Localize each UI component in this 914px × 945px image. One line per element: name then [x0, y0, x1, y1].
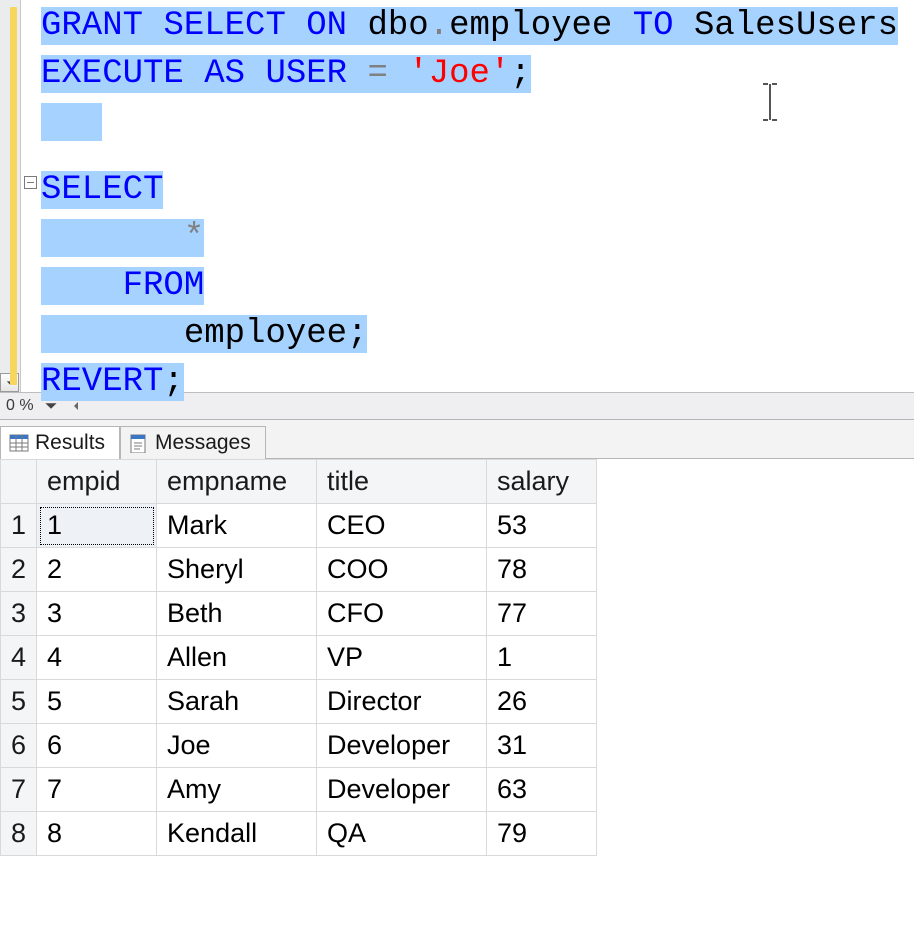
cell-empname[interactable]: Kendall [157, 812, 317, 856]
row-number[interactable]: 8 [1, 812, 37, 856]
ssms-window: GRANT SELECT ON dbo.employee TO SalesUse… [0, 0, 914, 945]
tab-results-label: Results [35, 431, 105, 455]
kw-as: AS [204, 55, 245, 93]
star: * [184, 219, 204, 257]
cell-empid[interactable]: 7 [37, 768, 157, 812]
table-row[interactable]: 3 3 Beth CFO 77 [1, 592, 597, 636]
table-row[interactable]: 7 7 Amy Developer 63 [1, 768, 597, 812]
cell-empid[interactable]: 1 [37, 504, 157, 548]
text-caret-icon [759, 82, 781, 122]
cell-title[interactable]: Director [317, 680, 487, 724]
cell-salary[interactable]: 1 [487, 636, 597, 680]
cell-title[interactable]: CEO [317, 504, 487, 548]
table-row[interactable]: 6 6 Joe Developer 31 [1, 724, 597, 768]
col-header-empid[interactable]: empid [37, 460, 157, 504]
cell-salary[interactable]: 77 [487, 592, 597, 636]
cell-empid[interactable]: 8 [37, 812, 157, 856]
kw-to: TO [633, 7, 674, 45]
cell-title[interactable]: VP [317, 636, 487, 680]
corner-cell[interactable] [1, 460, 37, 504]
semicolon: ; [163, 363, 183, 401]
cell-empname[interactable]: Allen [157, 636, 317, 680]
row-number[interactable]: 6 [1, 724, 37, 768]
col-header-title[interactable]: title [317, 460, 487, 504]
cell-salary[interactable]: 79 [487, 812, 597, 856]
kw-user: USER [265, 55, 347, 93]
results-table[interactable]: empid empname title salary 1 1 Mark CEO … [0, 459, 597, 856]
row-number[interactable]: 5 [1, 680, 37, 724]
table-row[interactable]: 2 2 Sheryl COO 78 [1, 548, 597, 592]
tab-messages[interactable]: Messages [120, 426, 266, 459]
cell-title[interactable]: Developer [317, 724, 487, 768]
eq: = [367, 55, 387, 93]
kw-select2: SELECT [41, 171, 163, 209]
kw-revert: REVERT [41, 363, 163, 401]
table-name2: employee [184, 315, 347, 353]
code-area[interactable]: GRANT SELECT ON dbo.employee TO SalesUse… [41, 0, 914, 392]
results-grid-icon [9, 433, 29, 453]
cell-salary[interactable]: 78 [487, 548, 597, 592]
table-row[interactable]: 5 5 Sarah Director 26 [1, 680, 597, 724]
cell-title[interactable]: CFO [317, 592, 487, 636]
col-header-salary[interactable]: salary [487, 460, 597, 504]
row-number[interactable]: 3 [1, 592, 37, 636]
results-body: 1 1 Mark CEO 53 2 2 Sheryl COO 78 3 3 Be… [1, 504, 597, 856]
cell-empid[interactable]: 2 [37, 548, 157, 592]
string-literal: 'Joe' [408, 55, 510, 93]
cell-empname[interactable]: Amy [157, 768, 317, 812]
fold-toggle-icon[interactable] [24, 176, 37, 189]
editor-options-dropdown[interactable] [0, 373, 19, 392]
cell-title[interactable]: QA [317, 812, 487, 856]
semicolon: ; [510, 55, 530, 93]
cell-title[interactable]: Developer [317, 768, 487, 812]
cell-salary[interactable]: 53 [487, 504, 597, 548]
table-name: employee [449, 7, 612, 45]
table-row[interactable]: 4 4 Allen VP 1 [1, 636, 597, 680]
cell-empid[interactable]: 6 [37, 724, 157, 768]
cell-empname[interactable]: Sarah [157, 680, 317, 724]
cell-empid[interactable]: 3 [37, 592, 157, 636]
cell-salary[interactable]: 26 [487, 680, 597, 724]
role-name: SalesUsers [694, 7, 898, 45]
kw-execute: EXECUTE [41, 55, 184, 93]
table-row[interactable]: 1 1 Mark CEO 53 [1, 504, 597, 548]
kw-select: SELECT [163, 7, 285, 45]
cell-title[interactable]: COO [317, 548, 487, 592]
cell-empid[interactable]: 5 [37, 680, 157, 724]
header-row: empid empname title salary [1, 460, 597, 504]
semicolon: ; [347, 315, 367, 353]
results-tabs: Results Messages [0, 419, 914, 459]
cell-empid[interactable]: 4 [37, 636, 157, 680]
row-number[interactable]: 4 [1, 636, 37, 680]
tab-messages-label: Messages [155, 431, 251, 455]
schema-name: dbo [367, 7, 428, 45]
sql-editor[interactable]: GRANT SELECT ON dbo.employee TO SalesUse… [0, 0, 914, 392]
kw-grant: GRANT [41, 7, 143, 45]
dot: . [429, 7, 449, 45]
col-header-empname[interactable]: empname [157, 460, 317, 504]
messages-icon [129, 433, 149, 453]
zoom-level[interactable]: 0 % [6, 397, 34, 415]
row-number[interactable]: 2 [1, 548, 37, 592]
kw-from: FROM [123, 267, 205, 305]
code-fold-margin [21, 0, 41, 392]
cell-salary[interactable]: 63 [487, 768, 597, 812]
cell-empname[interactable]: Sheryl [157, 548, 317, 592]
kw-on: ON [306, 7, 347, 45]
cell-empname[interactable]: Mark [157, 504, 317, 548]
cell-empname[interactable]: Joe [157, 724, 317, 768]
change-indicator-margin [0, 0, 21, 392]
cell-empname[interactable]: Beth [157, 592, 317, 636]
table-row[interactable]: 8 8 Kendall QA 79 [1, 812, 597, 856]
row-number[interactable]: 1 [1, 504, 37, 548]
row-number[interactable]: 7 [1, 768, 37, 812]
cell-salary[interactable]: 31 [487, 724, 597, 768]
results-grid[interactable]: empid empname title salary 1 1 Mark CEO … [0, 459, 914, 945]
tab-results[interactable]: Results [0, 426, 120, 459]
